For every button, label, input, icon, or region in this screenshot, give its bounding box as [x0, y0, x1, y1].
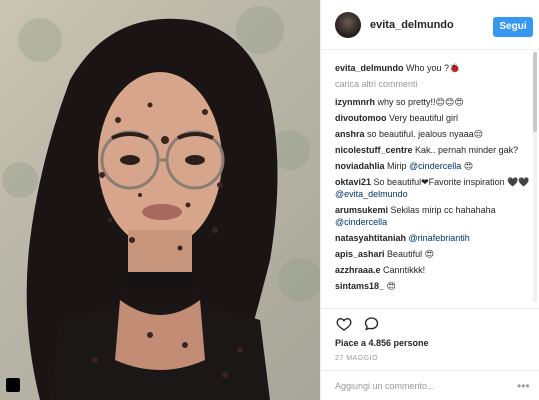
comment-mention[interactable]: @evita_delmundo — [335, 189, 408, 199]
comment-item: izynmnrh why so pretty!!😊😊😍 — [335, 96, 535, 108]
user-tag-icon[interactable] — [6, 378, 20, 392]
comment-username[interactable]: nicolestuff_centre — [335, 145, 413, 155]
comment-emoji: 😍 — [463, 161, 474, 171]
comment-text: Very beautiful girl — [389, 113, 459, 123]
header-username[interactable]: evita_delmundo — [370, 19, 454, 31]
comment-text: Kak.. pernah minder gak? — [415, 145, 519, 155]
comment-item: anshra so beautiful. jealous nyaaa😔 — [335, 128, 535, 140]
comment-item: noviadahlia Mirip @cindercella 😍 — [335, 160, 535, 172]
caption: evita_delmundo Who you ?🐞 — [335, 62, 535, 74]
comment-text: so beautiful. jealous nyaaa😔 — [367, 129, 483, 139]
post-sidebar: evita_delmundo Segui evita_delmundo Who … — [320, 0, 539, 400]
comments-scrollbar[interactable] — [533, 52, 537, 302]
comment-icon[interactable] — [363, 316, 380, 332]
comment-username[interactable]: apis_ashari — [335, 249, 385, 259]
comment-username[interactable]: divoutomoo — [335, 113, 387, 123]
more-options-icon[interactable]: ••• — [517, 379, 530, 393]
add-comment-bar: Aggiungi un commento... ••• — [321, 370, 539, 400]
comment-username[interactable]: anshra — [335, 129, 365, 139]
load-more-comments-link[interactable]: carica altri commenti — [335, 78, 535, 90]
comment-text: So beautiful❤Favorite inspiration 🖤🖤 — [373, 177, 530, 187]
comment-mention[interactable]: @rinafebriantih — [409, 233, 470, 243]
post-photo[interactable] — [0, 0, 320, 400]
avatar[interactable] — [335, 12, 361, 38]
comment-text: Beautiful 😍 — [387, 249, 434, 259]
post-actions — [321, 308, 539, 336]
comment-text: Sekilas mirip cc hahahaha — [390, 205, 496, 215]
comment-text: Canntikkk! — [383, 265, 426, 275]
comment-username[interactable]: noviadahlia — [335, 161, 385, 171]
comment-item: azzhraaa.e Canntikkk! — [335, 264, 535, 276]
comment-username[interactable]: natasyahtitaniah — [335, 233, 406, 243]
comment-item: oktavi21 So beautiful❤Favorite inspirati… — [335, 176, 535, 200]
comment-username[interactable]: arumsukemi — [335, 205, 388, 215]
comment-username[interactable]: sintams18_ — [335, 281, 384, 291]
comments-list: evita_delmundo Who you ?🐞 carica altri c… — [335, 62, 535, 296]
caption-text: Who you ?🐞 — [406, 63, 461, 73]
likes-count[interactable]: Piace a 4.856 persone — [335, 338, 429, 348]
comment-text: Mirip — [387, 161, 407, 171]
instagram-post-modal: evita_delmundo Segui evita_delmundo Who … — [0, 0, 539, 400]
comment-username[interactable]: izynmnrh — [335, 97, 375, 107]
comment-mention[interactable]: @cindercella — [409, 161, 461, 171]
comment-item: sintams18_ 😍 — [335, 280, 535, 292]
post-date: 27 MAGGIO — [335, 355, 379, 362]
comment-item: arumsukemi Sekilas mirip cc hahahaha @ci… — [335, 204, 535, 228]
comment-username[interactable]: oktavi21 — [335, 177, 371, 187]
comment-item: divoutomoo Very beautiful girl — [335, 112, 535, 124]
scrollbar-thumb[interactable] — [533, 52, 537, 132]
comment-item: nicolestuff_centre Kak.. pernah minder g… — [335, 144, 535, 156]
comment-text: why so pretty!!😊😊😍 — [377, 97, 464, 107]
comment-username[interactable]: azzhraaa.e — [335, 265, 381, 275]
portrait-illustration — [2, 6, 320, 400]
add-comment-input[interactable]: Aggiungi un commento... — [335, 381, 435, 391]
comment-item: apis_ashari Beautiful 😍 — [335, 248, 535, 260]
follow-button[interactable]: Segui — [493, 17, 533, 37]
heart-icon[interactable] — [335, 316, 353, 332]
comment-item: natasyahtitaniah @rinafebriantih — [335, 232, 535, 244]
comment-mention[interactable]: @cindercella — [335, 217, 387, 227]
caption-username[interactable]: evita_delmundo — [335, 63, 404, 73]
comment-text: 😍 — [386, 281, 396, 291]
post-header: evita_delmundo Segui — [321, 0, 539, 50]
